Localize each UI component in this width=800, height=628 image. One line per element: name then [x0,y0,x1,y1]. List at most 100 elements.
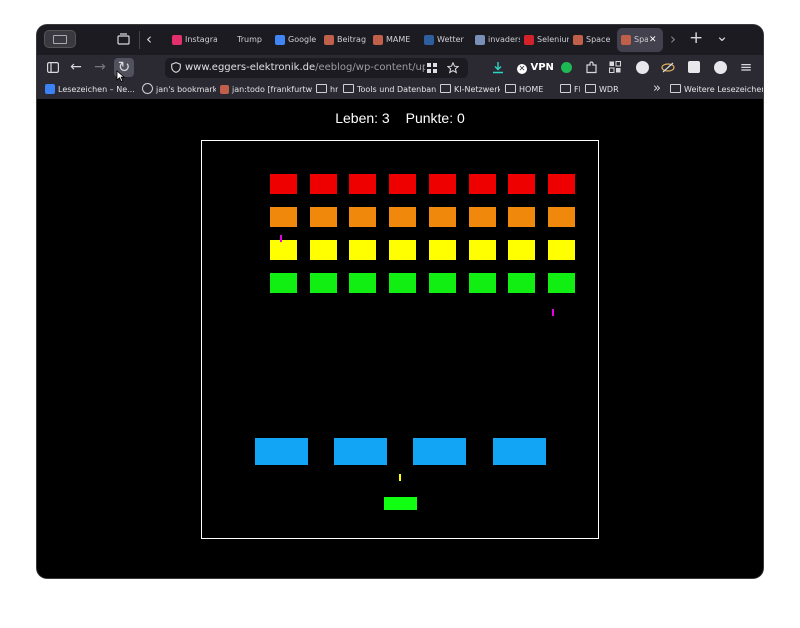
enemy-projectile [280,235,282,242]
tab-7[interactable]: Selenium [520,28,569,52]
shazam-extension-icon[interactable] [636,61,649,74]
apps-grid-icon[interactable] [609,61,621,73]
invader-block [508,273,535,293]
star-page-icon [45,84,55,94]
game-canvas[interactable] [201,140,599,539]
invader-block [270,273,297,293]
invader-block [548,273,575,293]
invader-block [270,174,297,194]
edison-extension-icon[interactable] [714,61,727,74]
bookmarks-overflow-button[interactable]: » [651,80,663,98]
puzzle-piece-icon[interactable] [585,61,597,74]
invader-block [389,174,416,194]
robot-icon [475,35,485,45]
shield-bunker [493,438,546,465]
downloads-icon[interactable] [492,61,504,74]
bookmark-item[interactable]: FREI [560,82,580,98]
invader-block [270,207,297,227]
tab-scroll-right-button[interactable]: › [667,30,679,48]
shield-icon[interactable] [171,62,181,73]
vpn-label: VPN [530,62,554,73]
bookmark-star-icon[interactable] [447,62,459,74]
google-docs-icon [275,35,285,45]
bookmark-label: KI-Netzwerk [454,85,500,94]
site-favicon-icon [220,85,229,94]
folder-icon [560,84,571,93]
browser-window: ‹ Instagram Trump Google Beitrag MAME Wetter i… [37,25,763,578]
bookmark-label: hr [330,85,338,94]
invader-block [429,240,456,260]
bookmark-label: Lesezeichen – Ne... [58,85,135,94]
app-menu-button[interactable]: ≡ [739,58,753,76]
vpn-icon: ✕ [517,64,527,74]
tab-6[interactable]: invaders [471,28,520,52]
new-tab-button[interactable]: + [689,29,703,47]
invader-block [310,273,337,293]
lives-counter: Leben: 3 [335,110,390,126]
bookmark-item[interactable]: jan's bookmarks [142,82,216,98]
hs-favicon-icon [424,35,434,45]
tab-label: Trump [237,35,262,44]
tab-8[interactable]: Space [569,28,618,52]
bookmark-item[interactable]: HOME [505,82,555,98]
url-path: /eeblog/wp-content/uploads/2 [315,62,425,73]
url-bar[interactable]: www.eggers-elektronik.de/eeblog/wp-conte… [165,58,468,78]
tab-scroll-left-button[interactable]: ‹ [143,30,155,48]
tab-label: Space [586,35,611,44]
tab-list-button[interactable]: ⌄ [715,27,729,45]
tab-0[interactable]: Instagram [168,28,217,52]
score-counter: Punkte: 0 [405,110,465,126]
ntv-favicon-icon [524,35,534,45]
navigation-bar: ← → ↻ www.eggers-elektronik.de/eeblog/wp… [37,55,763,81]
tab-1[interactable]: Trump [220,28,269,52]
tab-2[interactable]: Google [271,28,320,52]
bookmark-item[interactable]: Tools und Datenban... [343,82,436,98]
globe-icon [142,83,153,94]
invader-block [349,273,376,293]
tab-label: Wetter [437,35,464,44]
folder-icon [316,84,327,93]
eye-slash-extension-icon[interactable] [661,62,675,73]
bookmark-label: HOME [519,85,544,94]
close-tab-icon[interactable]: ✕ [649,28,657,52]
spotify-extension-icon[interactable] [561,62,572,73]
shield-bunker [255,438,308,465]
bookmark-item[interactable]: WDR [585,82,619,98]
invader-block [429,207,456,227]
tab-3[interactable]: Beitrag [320,28,369,52]
invader-block [349,207,376,227]
extensions-grid-icon[interactable] [427,63,437,73]
sidebar-icon[interactable] [47,62,59,73]
back-button[interactable]: ← [68,58,84,76]
tab-5[interactable]: Wetter [420,28,469,52]
folder-icon [440,84,451,93]
tab-label: Beitrag [337,35,367,44]
folder-icon [585,84,596,93]
vpn-extension-button[interactable]: ✕ VPN [517,60,554,76]
bookmark-item[interactable]: KI-Netzwerk [440,82,500,98]
enemy-projectile [552,309,554,316]
forward-button[interactable]: → [92,58,108,76]
tab-4[interactable]: MAME [369,28,418,52]
tab-label: Space [634,35,648,44]
invader-block [508,174,535,194]
tab-groups-icon[interactable] [117,33,130,45]
bookmark-label: FREI [574,85,580,94]
bookmark-label: jan:todo [frankfurtw... [232,85,312,94]
invader-block [469,240,496,260]
bookmark-label: WDR [599,85,619,94]
bookmark-item[interactable]: jan:todo [frankfurtw... [220,82,312,98]
sidebar-toggle-button[interactable] [44,30,76,48]
url-text[interactable]: www.eggers-elektronik.de/eeblog/wp-conte… [185,58,425,78]
tab-label: Selenium [537,35,569,44]
player-ship[interactable] [384,497,417,510]
search-extension-icon[interactable] [688,61,700,73]
blank-page-icon [224,35,234,45]
bookmark-item[interactable]: hr [316,82,338,98]
other-bookmarks-folder[interactable]: Weitere Lesezeichen [670,82,763,98]
bookmark-item[interactable]: Lesezeichen – Ne... [45,82,137,98]
tab-9[interactable]: Space✕ [617,28,663,52]
other-bookmarks-label: Weitere Lesezeichen [684,85,763,94]
invader-block [310,207,337,227]
shield-bunker [413,438,466,465]
